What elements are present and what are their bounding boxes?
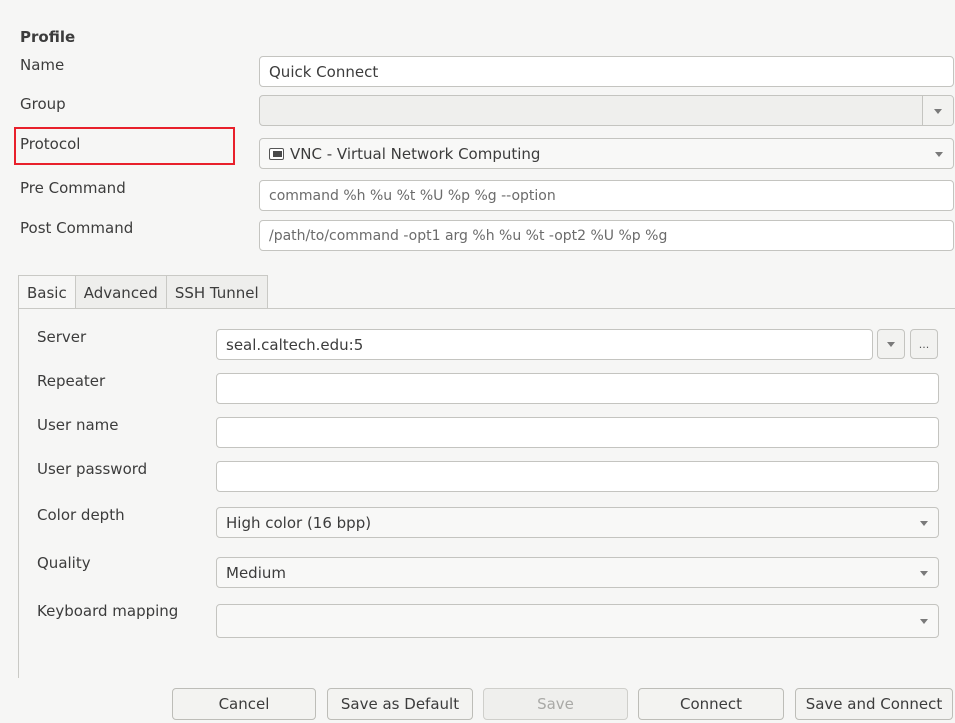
repeater-label: Repeater [37, 372, 106, 390]
precommand-input[interactable]: command %h %u %t %U %p %g --option [259, 180, 954, 211]
postcommand-placeholder: /path/to/command -opt1 arg %h %u %t -opt… [269, 227, 668, 244]
chevron-down-icon [920, 619, 928, 624]
chevron-down-icon [934, 108, 942, 114]
server-input-value: seal.caltech.edu:5 [226, 335, 364, 354]
cancel-button[interactable]: Cancel [172, 688, 316, 720]
username-label: User name [37, 416, 119, 434]
tab-advanced[interactable]: Advanced [74, 275, 167, 309]
password-label: User password [37, 460, 148, 478]
protocol-select[interactable]: VNC - Virtual Network Computing [259, 138, 954, 169]
chevron-down-icon [935, 151, 943, 157]
vnc-icon [269, 147, 284, 160]
remote-connection-profile-dialog: Profile Name Quick Connect Group Protoco… [0, 0, 955, 723]
group-combobox[interactable] [259, 95, 954, 126]
username-input[interactable] [216, 417, 939, 448]
quality-label: Quality [37, 554, 91, 572]
precommand-placeholder: command %h %u %t %U %p %g --option [269, 187, 556, 204]
name-label: Name [20, 56, 65, 74]
protocol-label-highlight [14, 127, 235, 165]
server-history-dropdown-button[interactable] [877, 329, 905, 359]
name-input-value: Quick Connect [269, 62, 379, 81]
save-and-connect-button[interactable]: Save and Connect [795, 688, 953, 720]
name-input[interactable]: Quick Connect [259, 56, 954, 87]
server-label: Server [37, 328, 87, 346]
precommand-label: Pre Command [20, 179, 126, 197]
chevron-down-icon [920, 520, 928, 526]
group-label: Group [20, 95, 66, 113]
tab-basic[interactable]: Basic [18, 275, 76, 309]
password-input[interactable] [216, 461, 939, 492]
quality-select-value: Medium [226, 563, 286, 582]
save-as-default-button[interactable]: Save as Default [327, 688, 473, 720]
colordepth-select-value: High color (16 bpp) [226, 513, 372, 532]
protocol-select-value: VNC - Virtual Network Computing [290, 144, 541, 163]
postcommand-label: Post Command [20, 219, 134, 237]
keymap-label: Keyboard mapping [37, 602, 179, 620]
group-dropdown-button[interactable] [922, 96, 953, 125]
connect-button[interactable]: Connect [638, 688, 784, 720]
quality-select[interactable]: Medium [216, 557, 939, 588]
chevron-down-icon [887, 342, 895, 347]
tab-ssh-tunnel[interactable]: SSH Tunnel [165, 275, 268, 309]
server-input[interactable]: seal.caltech.edu:5 [216, 329, 873, 360]
keymap-select[interactable] [216, 604, 939, 638]
chevron-down-icon [920, 570, 928, 576]
colordepth-select[interactable]: High color (16 bpp) [216, 507, 939, 538]
colordepth-label: Color depth [37, 506, 125, 524]
settings-tabs: Basic Advanced SSH Tunnel [18, 275, 268, 309]
server-browse-button[interactable]: ... [910, 329, 938, 359]
profile-section-title: Profile [20, 28, 76, 46]
repeater-input[interactable] [216, 373, 939, 404]
save-button[interactable]: Save [483, 688, 628, 720]
postcommand-input[interactable]: /path/to/command -opt1 arg %h %u %t -opt… [259, 220, 954, 251]
